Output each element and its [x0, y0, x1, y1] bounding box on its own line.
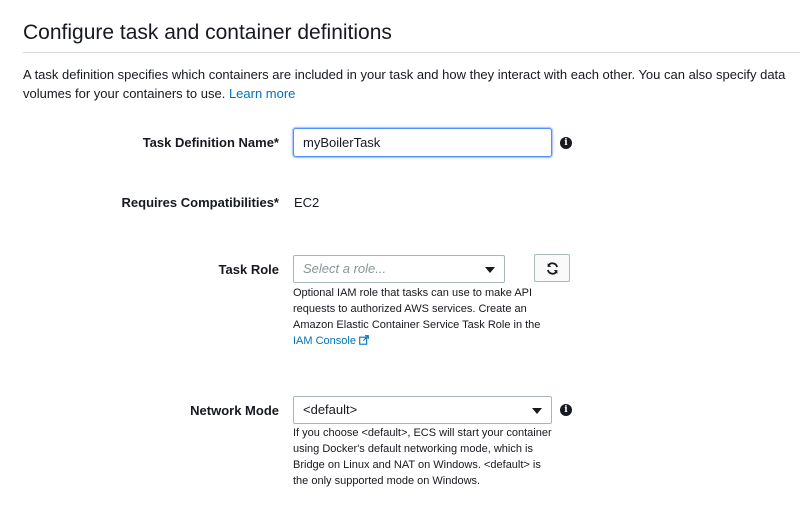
iam-console-link-label: IAM Console [293, 335, 356, 347]
description-line-2: volumes for your containers to use. Lear… [23, 84, 800, 103]
configure-task-page: Configure task and container definitions… [0, 0, 800, 520]
description-line-2-text: volumes for your containers to use. [23, 86, 229, 101]
iam-console-link[interactable]: IAM Console [293, 335, 369, 347]
task-definition-name-info-icon[interactable]: i [560, 137, 572, 149]
section-description: A task definition specifies which contai… [23, 65, 800, 103]
external-link-icon [359, 335, 369, 345]
task-role-label: Task Role [218, 262, 279, 277]
task-role-help: Optional IAM role that tasks can use to … [293, 285, 555, 349]
network-mode-select[interactable]: <default> [293, 396, 552, 424]
network-mode-info-icon[interactable]: i [560, 404, 572, 416]
requires-compatibilities-value: EC2 [294, 195, 320, 210]
task-role-select[interactable]: Select a role... [293, 255, 505, 283]
requires-compatibilities-label: Requires Compatibilities* [121, 195, 279, 210]
refresh-roles-button[interactable] [534, 254, 570, 282]
network-mode-label: Network Mode [190, 403, 279, 418]
task-definition-name-label: Task Definition Name* [142, 135, 279, 150]
section-divider [23, 52, 800, 53]
network-mode-selected: <default> [303, 402, 358, 417]
refresh-icon [547, 262, 558, 275]
task-definition-name-input[interactable] [293, 128, 552, 157]
task-role-placeholder: Select a role... [303, 261, 387, 276]
section-title: Configure task and container definitions [23, 21, 392, 44]
task-role-help-text: Optional IAM role that tasks can use to … [293, 287, 541, 331]
chevron-down-icon [485, 267, 495, 273]
network-mode-help: If you choose <default>, ECS will start … [293, 427, 552, 487]
learn-more-link[interactable]: Learn more [229, 86, 295, 101]
description-line-1: A task definition specifies which contai… [23, 67, 786, 82]
chevron-down-icon [532, 408, 542, 414]
